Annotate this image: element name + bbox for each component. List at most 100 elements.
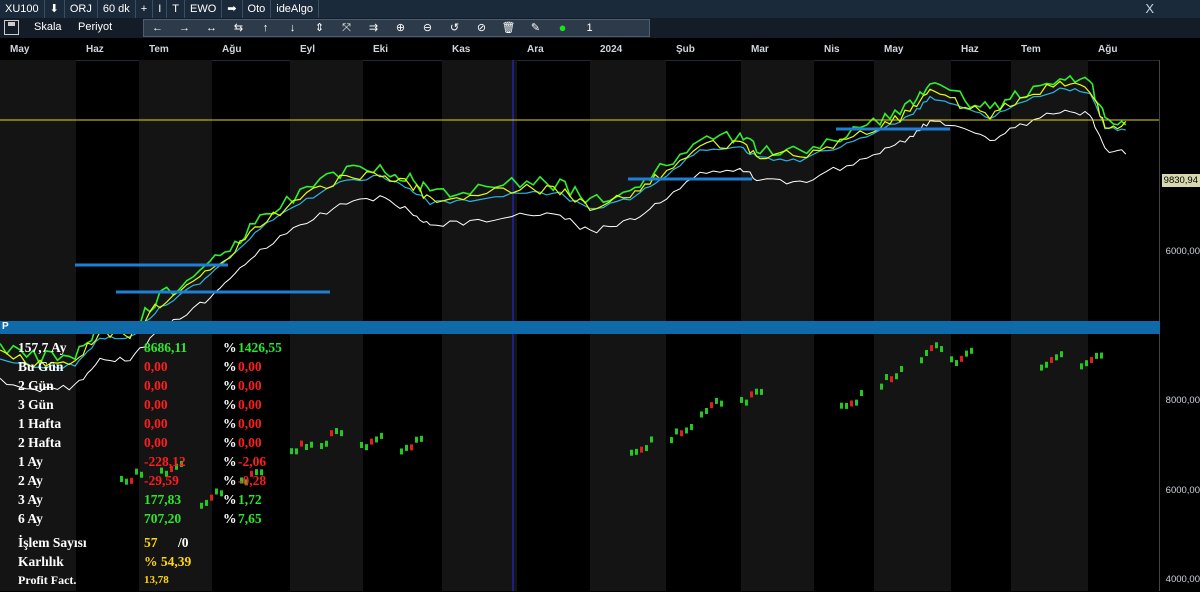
lower-candle [1090,357,1093,364]
topbar-item-3[interactable]: 60 dk [98,0,136,18]
lower-candle [380,432,383,439]
stat-pct-sign: % [223,340,237,355]
tool-icon-10[interactable]: ⊖ [414,20,441,36]
lower-candle [335,428,338,435]
lower-candle [685,427,688,434]
drawing-tools: ← → ↔ ⇆ ↑ ↓ ⇕ ⤧ ⇉ ⊕ ⊖ ↺ ⊘ 🗑 ✎ ● 1 [143,19,650,37]
stat-value: 8686,11 [144,340,188,355]
tool-icon-15[interactable]: ● [549,20,576,36]
lower-candle [855,399,858,406]
axis-label-top-2: 6000,00 [1165,246,1200,257]
topbar-item-0[interactable]: XU100 [0,0,45,18]
month-label-0: May [10,44,30,55]
tool-icon-16[interactable]: 1 [576,20,603,36]
stat-pct-sign: % [223,359,237,374]
lower-candle [130,477,133,484]
stat-value: 0,00 [144,397,168,412]
lower-candle [1060,351,1063,358]
lower-candle [330,430,333,437]
tool-icon-4[interactable]: ↑ [252,20,279,36]
stat-value: 0,00 [144,359,168,374]
month-label-10: Mar [751,44,769,55]
lower-candle [1080,363,1083,370]
topbar-item-6[interactable]: T [167,0,186,18]
stat-label: 6 Ay [18,511,43,526]
topbar-item-9[interactable]: Oto [243,0,272,18]
axis-label-bottom-1: 8000,00 [1165,395,1200,406]
stat-pct-sign: % [223,473,237,488]
month-label-2: Tem [149,44,169,55]
month-label-3: Ağu [222,44,242,55]
topbar-item-5[interactable]: I [153,0,168,18]
tool-icon-2[interactable]: ↔ [198,20,225,36]
lower-candle [140,471,143,478]
time-axis: May Haz Tem Ağu Eyl Eki Kas Ara 2024 Şub Mar Nis May… [0,40,1160,61]
tool-icon-14[interactable]: ✎ [522,20,549,36]
lower-candle [700,411,703,418]
lower-candle [215,488,218,495]
save-icon[interactable] [4,20,19,35]
panel-separator[interactable]: P [0,321,1160,334]
lower-candle [690,423,693,430]
topbar-item-10[interactable]: ideAlgo [271,0,319,18]
topbar-item-4[interactable]: + [136,0,154,18]
periyot-button[interactable]: Periyot [78,21,112,33]
stat-pct-sign: % [223,511,237,526]
tool-icon-7[interactable]: ⤧ [333,20,360,36]
tool-icon-11[interactable]: ↺ [441,20,468,36]
lower-candle [200,502,203,509]
lower-candle [645,445,648,452]
panel-label: P [2,321,9,332]
tool-icon-1[interactable]: → [171,20,198,36]
close-icon[interactable]: X [1145,0,1154,18]
axis-label-bottom-2: 6000,00 [1165,485,1200,496]
tool-icon-13[interactable]: 🗑 [495,20,522,36]
lower-candle [405,444,408,451]
islem-label: İşlem Sayısı [18,535,87,550]
lower-candle [410,444,413,451]
topbar-item-7[interactable]: EWO [185,0,223,18]
stat-pct-sign: % [223,435,237,450]
lower-candle [750,391,753,398]
month-label-9: Şub [676,44,695,55]
lower-candle [370,438,373,445]
lower-candle [845,402,848,409]
stat-label: 3 Ay [18,492,43,507]
skala-button[interactable]: Skala [34,21,62,33]
stat-pct: 1,72 [238,492,262,507]
topbar-item-8[interactable]: ➡ [222,0,243,18]
lower-candle [670,437,673,444]
lower-candle [295,448,298,455]
karlilik-value: % 54,39 [144,554,192,569]
lower-candle [745,399,748,406]
month-label-13: Haz [961,44,979,55]
tool-icon-8[interactable]: ⇉ [360,20,387,36]
lower-candle [1045,361,1048,368]
lower-candle [890,376,893,383]
tool-icon-5[interactable]: ↓ [279,20,306,36]
lower-candle [1085,360,1088,367]
lower-candle [880,383,883,390]
stat-pct: 0,00 [238,359,262,374]
stat-label: 3 Gün [18,397,54,412]
chart-toolbar: Skala Periyot ← → ↔ ⇆ ↑ ↓ ⇕ ⤧ ⇉ ⊕ ⊖ ↺ ⊘ 🗑 ✎ ● 1 [0,18,1200,38]
price-axis: 8000,00 6000,00 9830,94 8000,00 6000,00 … [1159,60,1200,591]
stat-value: 0,00 [144,416,168,431]
lower-candle [755,388,758,395]
stat-value: -228,12 [144,454,186,469]
lower-candle [365,444,368,451]
tool-icon-0[interactable]: ← [144,20,171,36]
stat-pct: -0,28 [238,473,267,488]
month-label-14: Tem [1021,44,1041,55]
stat-pct: 7,65 [238,511,262,526]
stat-pct: 0,00 [238,435,262,450]
stat-pct-sign: % [223,416,237,431]
topbar-item-2[interactable]: ORJ [65,0,98,18]
tool-icon-3[interactable]: ⇆ [225,20,252,36]
tool-icon-6[interactable]: ⇕ [306,20,333,36]
lower-candle [955,360,958,367]
lower-candle [325,440,328,447]
topbar-item-1[interactable]: ⬇ [45,0,65,18]
tool-icon-9[interactable]: ⊕ [387,20,414,36]
tool-icon-12[interactable]: ⊘ [468,20,495,36]
